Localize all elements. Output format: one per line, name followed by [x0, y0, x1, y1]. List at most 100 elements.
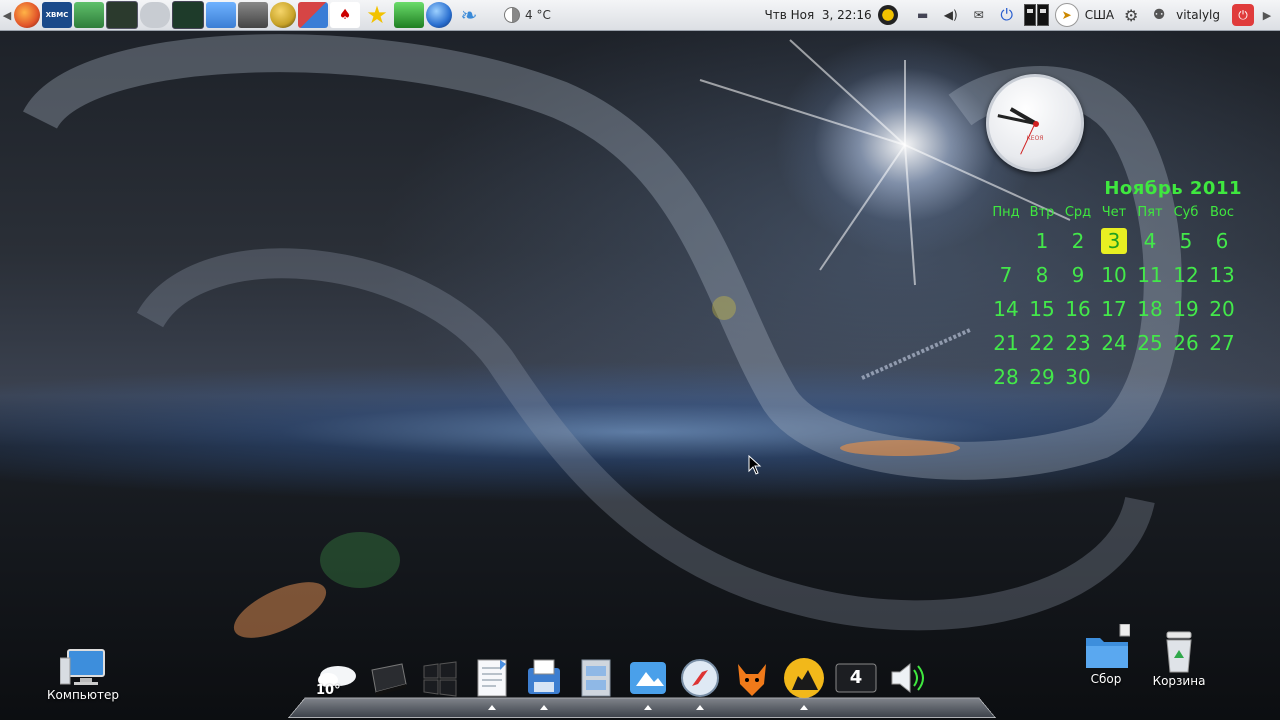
- calendar-weekday: Чет: [1101, 205, 1127, 220]
- computer-label: Компьютер: [47, 688, 119, 702]
- shapes-game-icon[interactable]: [298, 2, 328, 28]
- weather-applet[interactable]: 4 °C: [504, 7, 551, 23]
- computer-desktop-icon[interactable]: Компьютер: [40, 648, 126, 702]
- calendar-day[interactable]: 11: [1132, 258, 1168, 292]
- analog-clock-widget[interactable]: КЕОЯ: [986, 74, 1084, 172]
- calendar-day[interactable]: 1: [1024, 224, 1060, 258]
- moon-phase-icon: [504, 7, 520, 23]
- calendar-day-today[interactable]: 3: [1101, 228, 1127, 254]
- username-label[interactable]: vitalylg: [1176, 8, 1220, 22]
- datetime-clock[interactable]: Чтв Ноя 3, 22:16: [765, 8, 872, 22]
- calendar-day[interactable]: 13: [1204, 258, 1240, 292]
- windows-logo-icon[interactable]: [418, 656, 462, 700]
- calendar-day[interactable]: 2: [1060, 224, 1096, 258]
- keyboard-layout[interactable]: США: [1085, 8, 1114, 22]
- volume-icon[interactable]: [886, 656, 930, 700]
- calendar-day[interactable]: 18: [1132, 292, 1168, 326]
- terminal-monitor-icon[interactable]: [172, 1, 204, 29]
- firefox-icon[interactable]: [14, 2, 40, 28]
- save-floppy-icon[interactable]: [522, 656, 566, 710]
- volume-tray-icon[interactable]: ◀): [940, 4, 962, 26]
- settings-gear-icon[interactable]: ⚙: [1120, 4, 1142, 26]
- trash-desktop-icon[interactable]: Корзина: [1146, 630, 1212, 688]
- collect-folder-desktop-icon[interactable]: Сбор: [1078, 624, 1134, 686]
- launcher-bar: XBMC ♠ ★ ❧: [14, 0, 484, 30]
- user-icon: ⚉: [1152, 7, 1166, 23]
- mouse-cursor-icon: [748, 455, 762, 475]
- calendar-day[interactable]: 28: [988, 360, 1024, 394]
- fish-icon[interactable]: ❧: [454, 2, 484, 28]
- calendar-day[interactable]: 21: [988, 326, 1024, 360]
- game-ball-icon[interactable]: [270, 2, 296, 28]
- collect-label: Сбор: [1090, 672, 1122, 686]
- text-document-icon[interactable]: [470, 656, 514, 710]
- image-editor-icon[interactable]: [626, 656, 670, 710]
- safari-compass-icon[interactable]: [678, 656, 722, 710]
- calendar-weekday: Срд: [1064, 205, 1092, 220]
- calendar-day[interactable]: 20: [1204, 292, 1240, 326]
- lens-flare-small: [712, 296, 736, 320]
- mail-icon[interactable]: ✉: [968, 4, 990, 26]
- moon-wolf-icon[interactable]: [782, 656, 826, 710]
- calendar-day[interactable]: 25: [1132, 326, 1168, 360]
- calendar-day[interactable]: 29: [1024, 360, 1060, 394]
- calendar-days: 1 2 3 4 5 6 7 8 9 10 11 12 13 14 15 16 17 18 19 20 21 22 23 24 2…: [988, 224, 1244, 394]
- panel-scroll-right-icon[interactable]: ▶: [1260, 0, 1274, 30]
- calendar-month-title: Ноябрь 2011: [1104, 178, 1242, 199]
- calendar-day[interactable]: 27: [1204, 326, 1240, 360]
- workspace-switcher-icon[interactable]: 4: [834, 656, 878, 700]
- system-monitor-icon[interactable]: [106, 1, 138, 29]
- calendar-day[interactable]: 9: [1060, 258, 1096, 292]
- update-notifier-icon[interactable]: [877, 5, 898, 25]
- calendar-day[interactable]: 12: [1168, 258, 1204, 292]
- running-indicator: [800, 705, 808, 710]
- calendar-day[interactable]: 4: [1132, 224, 1168, 258]
- calendar-day[interactable]: 16: [1060, 292, 1096, 326]
- hard-drive-icon[interactable]: [366, 656, 410, 700]
- calendar-day[interactable]: 22: [1024, 326, 1060, 360]
- panel-scroll-left-icon[interactable]: ◀: [0, 0, 14, 30]
- speed-gauge-icon[interactable]: ➤: [1054, 3, 1079, 27]
- calendar-widget[interactable]: Ноябрь 2011 Пнд Втр Срд Чет Пят Суб Вос 123456…: [988, 178, 1244, 394]
- calendar-day[interactable]: 14: [988, 292, 1024, 326]
- xbmc-icon[interactable]: XBMC: [42, 2, 72, 28]
- calendar-day[interactable]: 7: [988, 258, 1024, 292]
- shutdown-icon[interactable]: ⏻: [1232, 4, 1254, 26]
- dock-shelf: [288, 697, 996, 718]
- battery-icon[interactable]: [394, 2, 424, 28]
- star-icon[interactable]: ★: [362, 1, 392, 29]
- calendar-day[interactable]: 17: [1096, 292, 1132, 326]
- calendar-day[interactable]: 26: [1168, 326, 1204, 360]
- gamepad-icon[interactable]: [140, 2, 170, 28]
- calendar-day[interactable]: 24: [1096, 326, 1132, 360]
- calendar-day[interactable]: 15: [1024, 292, 1060, 326]
- calendar-day[interactable]: 30: [1060, 360, 1096, 394]
- cards-icon[interactable]: ♠: [330, 2, 360, 28]
- calendar-day[interactable]: 6: [1204, 224, 1240, 258]
- calendar-day[interactable]: 8: [1024, 258, 1060, 292]
- running-indicator: [644, 705, 652, 710]
- fox-mascot-icon[interactable]: [730, 656, 774, 700]
- calendar-weekday: Пят: [1137, 205, 1163, 220]
- disk-drive-icon[interactable]: [238, 2, 268, 28]
- globe-icon[interactable]: [426, 2, 452, 28]
- calendar-day[interactable]: 10: [1096, 258, 1132, 292]
- power-icon[interactable]: ⏻: [996, 4, 1018, 26]
- calendar-day[interactable]: 23: [1060, 326, 1096, 360]
- running-indicator: [540, 705, 548, 710]
- clock-center: [1033, 121, 1039, 127]
- calendar-weekday: Суб: [1173, 205, 1199, 220]
- lens-flare-orange: [233, 582, 327, 638]
- file-cabinet-icon[interactable]: [574, 656, 618, 700]
- clock-brand: КЕОЯ: [1026, 135, 1044, 142]
- running-indicator: [696, 705, 704, 710]
- calendar-weekday: Втр: [1029, 205, 1055, 220]
- calendar-day[interactable]: 5: [1168, 224, 1204, 258]
- calendar-weekdays: Пнд Втр Срд Чет Пят Суб Вос: [988, 205, 1244, 220]
- network-icon[interactable]: ▬: [912, 4, 934, 26]
- workspace-pager[interactable]: [1023, 4, 1049, 26]
- network-info-icon[interactable]: [74, 2, 104, 28]
- image-viewer-icon[interactable]: [206, 2, 236, 28]
- weather-cloud-icon[interactable]: 10°: [314, 656, 358, 700]
- calendar-day[interactable]: 19: [1168, 292, 1204, 326]
